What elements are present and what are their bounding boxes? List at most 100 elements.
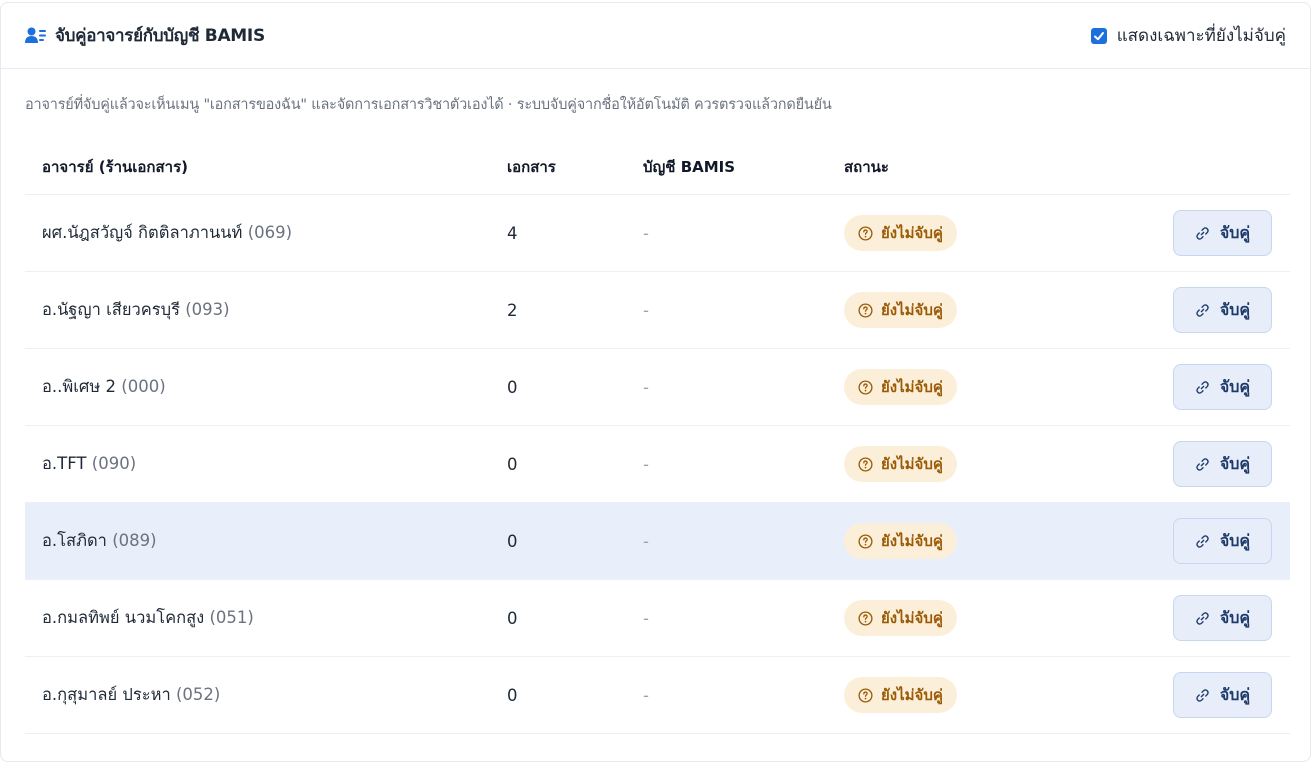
column-header-account: บัญชี BAMIS [643, 158, 736, 176]
action-cell: จับคู่ [1144, 672, 1290, 718]
teacher-cell: อ.กุสุมาลย์ ประหา (052) [25, 682, 507, 708]
table-row: อ.TFT (090) 0- ยังไม่จับคู่ จับคู่ [25, 426, 1290, 503]
check-icon [1093, 31, 1104, 40]
status-label: ยังไม่จับคู่ [881, 686, 943, 704]
action-cell: จับคู่ [1144, 441, 1290, 487]
teacher-cell: อ.TFT (090) [25, 451, 507, 477]
link-icon [1196, 226, 1209, 240]
match-button[interactable]: จับคู่ [1173, 210, 1272, 256]
status-cell: ยังไม่จับคู่ [844, 369, 1144, 405]
match-button-label: จับคู่ [1219, 684, 1251, 704]
question-circle-icon [858, 225, 873, 241]
match-button[interactable]: จับคู่ [1173, 672, 1272, 718]
table-body: ผศ.นัฎสวัญจ์ กิตติลาภานนท์ (069) 4- ยังไม่… [25, 195, 1290, 734]
action-cell: จับคู่ [1144, 595, 1290, 641]
status-cell: ยังไม่จับคู่ [844, 523, 1144, 559]
match-button[interactable]: จับคู่ [1173, 287, 1272, 333]
mapping-card: จับคู่อาจารย์กับบัญชี BAMIS แสดงเฉพาะที่… [0, 2, 1311, 762]
teacher-cell: อ..พิเศษ 2 (000) [25, 374, 507, 400]
link-icon [1196, 611, 1209, 625]
column-header-status: สถานะ [844, 158, 889, 176]
action-cell: จับคู่ [1144, 364, 1290, 410]
link-icon [1196, 688, 1209, 702]
status-badge: ยังไม่จับคู่ [844, 600, 957, 636]
match-button-label: จับคู่ [1219, 222, 1251, 242]
match-button[interactable]: จับคู่ [1173, 441, 1272, 487]
question-circle-icon [858, 379, 873, 395]
bamis-account: - [643, 454, 649, 474]
match-button[interactable]: จับคู่ [1173, 595, 1272, 641]
match-button-label: จับคู่ [1219, 607, 1251, 627]
bamis-account: - [643, 300, 649, 320]
title-group: จับคู่อาจารย์กับบัญชี BAMIS [25, 22, 265, 49]
user-list-icon [25, 27, 47, 45]
status-cell: ยังไม่จับคู่ [844, 446, 1144, 482]
match-button[interactable]: จับคู่ [1173, 518, 1272, 564]
document-count: 0 [507, 608, 518, 628]
question-circle-icon [858, 456, 873, 472]
page-description: อาจารย์ที่จับคู่แล้วจะเห็นเมนู "เอกสารขอ… [25, 97, 832, 113]
question-circle-icon [858, 610, 873, 626]
bamis-account: - [643, 223, 649, 243]
status-badge: ยังไม่จับคู่ [844, 292, 957, 328]
action-cell: จับคู่ [1144, 518, 1290, 564]
table-row: อ..พิเศษ 2 (000) 0- ยังไม่จับคู่ จับคู่ [25, 349, 1290, 426]
teacher-cell: ผศ.นัฎสวัญจ์ กิตติลาภานนท์ (069) [25, 220, 507, 246]
teacher-code: (093) [185, 300, 230, 319]
status-label: ยังไม่จับคู่ [881, 224, 943, 242]
teacher-name: อ.กมลทิพย์ นวมโคกสูง [42, 608, 205, 627]
document-count: 4 [507, 223, 518, 243]
bamis-account: - [643, 685, 649, 705]
bamis-account: - [643, 531, 649, 551]
status-cell: ยังไม่จับคู่ [844, 215, 1144, 251]
status-label: ยังไม่จับคู่ [881, 378, 943, 396]
document-count: 0 [507, 454, 518, 474]
match-button-label: จับคู่ [1219, 530, 1251, 550]
teacher-name: อ..พิเศษ 2 [42, 377, 117, 396]
teacher-code: (090) [91, 454, 137, 473]
teacher-cell: อ.นัฐญา เสียวครบุรี (093) [25, 297, 507, 323]
page-title: จับคู่อาจารย์กับบัญชี BAMIS [55, 26, 265, 46]
teacher-code: (000) [121, 377, 166, 396]
action-cell: จับคู่ [1144, 210, 1290, 256]
teacher-table: อาจารย์ (ร้านเอกสาร) เอกสาร บัญชี BAMIS … [25, 140, 1290, 734]
question-circle-icon [858, 302, 873, 318]
status-badge: ยังไม่จับคู่ [844, 523, 957, 559]
teacher-cell: อ.โสภิดา (089) [25, 528, 507, 554]
match-button[interactable]: จับคู่ [1173, 364, 1272, 410]
teacher-name: อ.โสภิดา [42, 531, 107, 550]
teacher-code: (069) [247, 223, 293, 242]
status-label: ยังไม่จับคู่ [881, 301, 943, 319]
bamis-account: - [643, 377, 649, 397]
table-row: อ.โสภิดา (089) 0- ยังไม่จับคู่ จับคู่ [25, 503, 1290, 580]
document-count: 0 [507, 531, 518, 551]
status-cell: ยังไม่จับคู่ [844, 600, 1144, 636]
bamis-account: - [643, 608, 649, 628]
table-header: อาจารย์ (ร้านเอกสาร) เอกสาร บัญชี BAMIS … [25, 140, 1290, 195]
filter-label: แสดงเฉพาะที่ยังไม่จับคู่ [1116, 26, 1286, 46]
link-icon [1196, 457, 1209, 471]
teacher-cell: อ.กมลทิพย์ นวมโคกสูง (051) [25, 605, 507, 631]
teacher-name: ผศ.นัฎสวัญจ์ กิตติลาภานนท์ [42, 223, 243, 242]
document-count: 2 [507, 300, 518, 320]
link-icon [1196, 380, 1209, 394]
table-row: อ.กุสุมาลย์ ประหา (052) 0- ยังไม่จับคู่ จับ… [25, 657, 1290, 734]
unmatched-only-filter[interactable]: แสดงเฉพาะที่ยังไม่จับคู่ [1090, 22, 1286, 49]
link-icon [1196, 534, 1209, 548]
status-label: ยังไม่จับคู่ [881, 609, 943, 627]
table-row: อ.กมลทิพย์ นวมโคกสูง (051) 0- ยังไม่จับคู่… [25, 580, 1290, 657]
status-label: ยังไม่จับคู่ [881, 532, 943, 550]
status-badge: ยังไม่จับคู่ [844, 369, 957, 405]
match-button-label: จับคู่ [1219, 299, 1251, 319]
question-circle-icon [858, 687, 873, 703]
teacher-code: (051) [209, 608, 254, 627]
unmatched-only-checkbox[interactable] [1090, 27, 1107, 44]
teacher-name: อ.TFT [42, 454, 87, 473]
column-header-teacher: อาจารย์ (ร้านเอกสาร) [42, 158, 189, 176]
column-header-documents: เอกสาร [507, 158, 556, 176]
card-header: จับคู่อาจารย์กับบัญชี BAMIS แสดงเฉพาะที่… [1, 3, 1310, 69]
teacher-code: (089) [112, 531, 157, 550]
teacher-name: อ.กุสุมาลย์ ประหา [42, 685, 171, 704]
status-label: ยังไม่จับคู่ [881, 455, 943, 473]
document-count: 0 [507, 377, 518, 397]
